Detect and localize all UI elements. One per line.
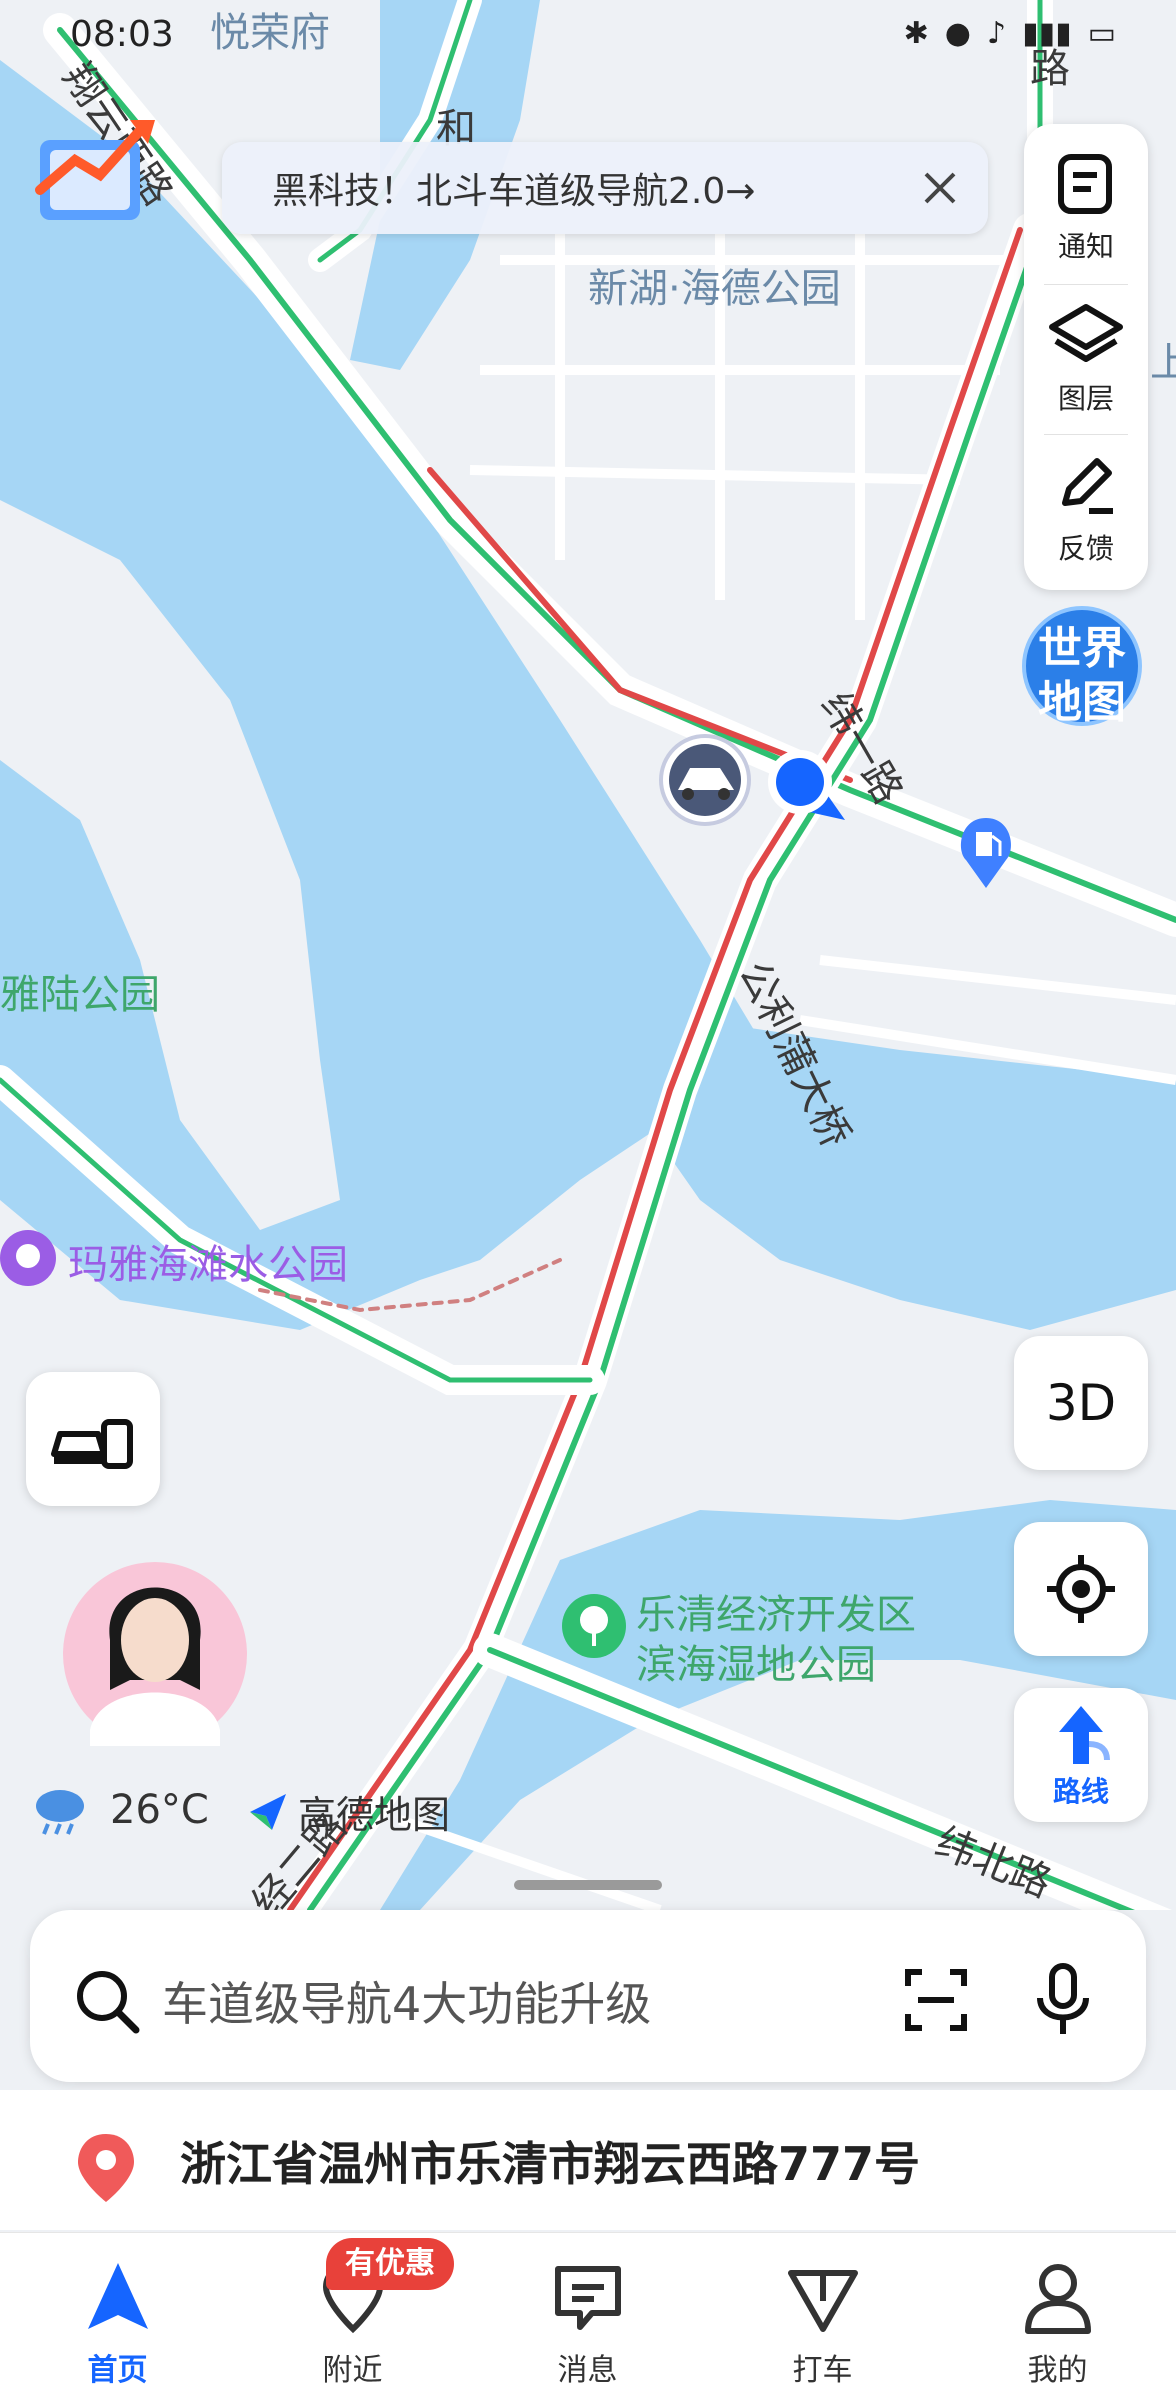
- signal-icon: ▮▮▮: [1022, 16, 1072, 51]
- park-pin-icon: [562, 1594, 626, 1658]
- route-button[interactable]: 路线: [1014, 1688, 1148, 1822]
- tab-home-label: 首页: [87, 2353, 148, 2388]
- tab-home[interactable]: 首页: [0, 2233, 235, 2401]
- temperature-text: 26°C: [110, 1787, 209, 1833]
- tab-profile-label: 我的: [1027, 2353, 1088, 2388]
- banner-close-button[interactable]: [910, 158, 970, 218]
- current-address-row[interactable]: 浙江省温州市乐清市翔云西路777号: [0, 2090, 1176, 2230]
- world-map-text-2: 地图: [1038, 677, 1126, 728]
- feedback-button[interactable]: 反馈: [1024, 434, 1148, 584]
- user-icon: [1024, 2264, 1091, 2334]
- status-icons: ✱ ● ♪ ▮▮▮ ▭: [904, 16, 1116, 51]
- map-label-top-right-shang: 上: [1150, 340, 1176, 386]
- tab-messages-label: 消息: [557, 2353, 618, 2388]
- car-phone-icon: [51, 1419, 133, 1469]
- tab-taxi-label: 打车: [792, 2353, 853, 2388]
- map-label-wetland-2: 滨海湿地公园: [636, 1642, 876, 1688]
- trend-promo-icon[interactable]: [30, 110, 160, 230]
- mic-status-icon: ♪: [986, 16, 1007, 51]
- map-label-yuerongfu: 悦荣府: [210, 10, 330, 56]
- feedback-label: 反馈: [1057, 532, 1114, 565]
- map-tools-panel: 通知 图层 反馈: [1024, 124, 1148, 590]
- map-label-haide-park: 新湖·海德公园: [588, 266, 841, 312]
- tab-messages[interactable]: 消息: [470, 2233, 705, 2401]
- notify-label: 通知: [1057, 230, 1114, 263]
- close-icon: [924, 172, 956, 204]
- address-text: 浙江省温州市乐清市翔云西路777号: [180, 2137, 921, 2191]
- bottom-tab-bar: 首页 附近 消息 打车 我的: [0, 2232, 1176, 2401]
- map-label-yalu-park: 雅陆公园: [0, 972, 160, 1018]
- location-pin-icon: [78, 2134, 134, 2202]
- tab-taxi[interactable]: 打车: [705, 2233, 940, 2401]
- scan-icon[interactable]: [900, 1964, 972, 2036]
- search-bar[interactable]: 车道级导航4大功能升级: [30, 1910, 1146, 2082]
- layers-button[interactable]: 图层: [1024, 284, 1148, 434]
- brand-mark: 高德地图: [246, 1784, 450, 1839]
- amap-logo-icon: [250, 1793, 286, 1830]
- brand-name: 高德地图: [298, 1793, 451, 1837]
- assistant-avatar[interactable]: [60, 1530, 250, 1750]
- message-icon: [554, 2266, 621, 2330]
- layers-icon: [1049, 304, 1123, 362]
- search-icon: [77, 1971, 140, 2034]
- navigation-arrow-icon: [87, 2263, 148, 2329]
- layers-label: 图层: [1057, 382, 1114, 415]
- notification-icon: [1058, 154, 1112, 214]
- taxi-icon: [787, 2270, 858, 2332]
- driving-mode-button[interactable]: [26, 1372, 160, 1506]
- maya-park-pin-icon: [0, 1230, 56, 1286]
- bluetooth-icon: ✱: [903, 16, 929, 51]
- 3d-label: 3D: [1045, 1374, 1117, 1432]
- location-status-icon: ●: [944, 16, 971, 51]
- edit-pencil-icon: [1062, 458, 1113, 514]
- weather-widget[interactable]: 26°C: [30, 1780, 209, 1840]
- search-input[interactable]: 车道级导航4大功能升级: [162, 1968, 651, 2034]
- route-arrow-icon: [1059, 1706, 1110, 1764]
- tab-profile[interactable]: 我的: [940, 2233, 1175, 2401]
- crosshair-icon: [1047, 1555, 1115, 1623]
- map-label-maya-park: 玛雅海滩水公园: [68, 1242, 348, 1288]
- battery-icon: ▭: [1087, 16, 1116, 51]
- 3d-view-button[interactable]: 3D: [1014, 1336, 1148, 1470]
- sheet-drag-handle[interactable]: [514, 1880, 662, 1890]
- locate-me-button[interactable]: [1014, 1522, 1148, 1656]
- rain-cloud-icon: [36, 1790, 84, 1835]
- route-label: 路线: [1052, 1775, 1109, 1808]
- world-map-button[interactable]: 世界 地图: [1020, 604, 1144, 728]
- status-time: 08:03: [70, 14, 174, 55]
- tab-nearby-label: 附近: [322, 2353, 383, 2388]
- microphone-icon[interactable]: [1028, 1960, 1098, 2040]
- promo-banner[interactable]: 黑科技！北斗车道级导航2.0→: [222, 142, 988, 234]
- notify-button[interactable]: 通知: [1024, 132, 1148, 282]
- banner-text: 黑科技！北斗车道级导航2.0→: [272, 171, 756, 212]
- discount-badge: 有优惠: [326, 2238, 454, 2290]
- car-avatar-icon: [659, 734, 751, 826]
